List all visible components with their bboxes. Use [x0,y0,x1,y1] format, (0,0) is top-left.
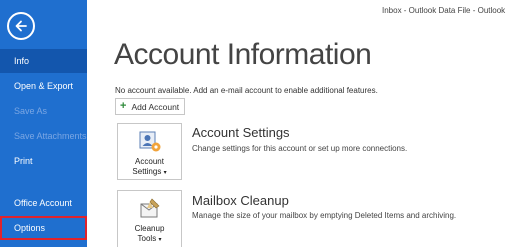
back-arrow-icon[interactable] [7,12,35,40]
sidebar-item-print[interactable]: Print [0,149,87,173]
sidebar-item-info[interactable]: Info [0,49,87,73]
sidebar-item-save-attachments: Save Attachments [14,131,87,141]
mailbox-cleanup-title: Mailbox Cleanup [192,193,289,208]
plus-icon: + [120,100,127,112]
add-account-button[interactable]: + Add Account [115,98,185,115]
sidebar-item-options[interactable]: Options [0,216,87,240]
cleanup-tools-button-label: Cleanup Tools ▾ [134,224,165,243]
sidebar-item-office-account[interactable]: Office Account [0,191,87,215]
account-settings-icon [139,131,160,152]
cleanup-tools-icon [140,198,159,218]
account-settings-title: Account Settings [192,125,290,140]
add-account-label: Add Account [131,101,180,112]
account-settings-button[interactable]: Account Settings ▾ [117,123,182,180]
window-title: Inbox - Outlook Data File - Outlook [382,6,506,15]
page-title: Account Information [114,38,372,71]
mailbox-cleanup-description: Manage the size of your mailbox by empty… [192,211,457,220]
sidebar-item-save-as: Save As [14,106,48,116]
account-settings-description: Change settings for this account or set … [192,144,408,153]
sidebar-item-open-export[interactable]: Open & Export [0,74,87,98]
backstage-sidebar: Info Open & Export Save As Save Attachme… [0,0,87,247]
account-settings-button-label: Account Settings ▾ [132,157,167,176]
cleanup-tools-button[interactable]: Cleanup Tools ▾ [117,190,182,247]
no-account-notice: No account available. Add an e-mail acco… [115,86,378,95]
